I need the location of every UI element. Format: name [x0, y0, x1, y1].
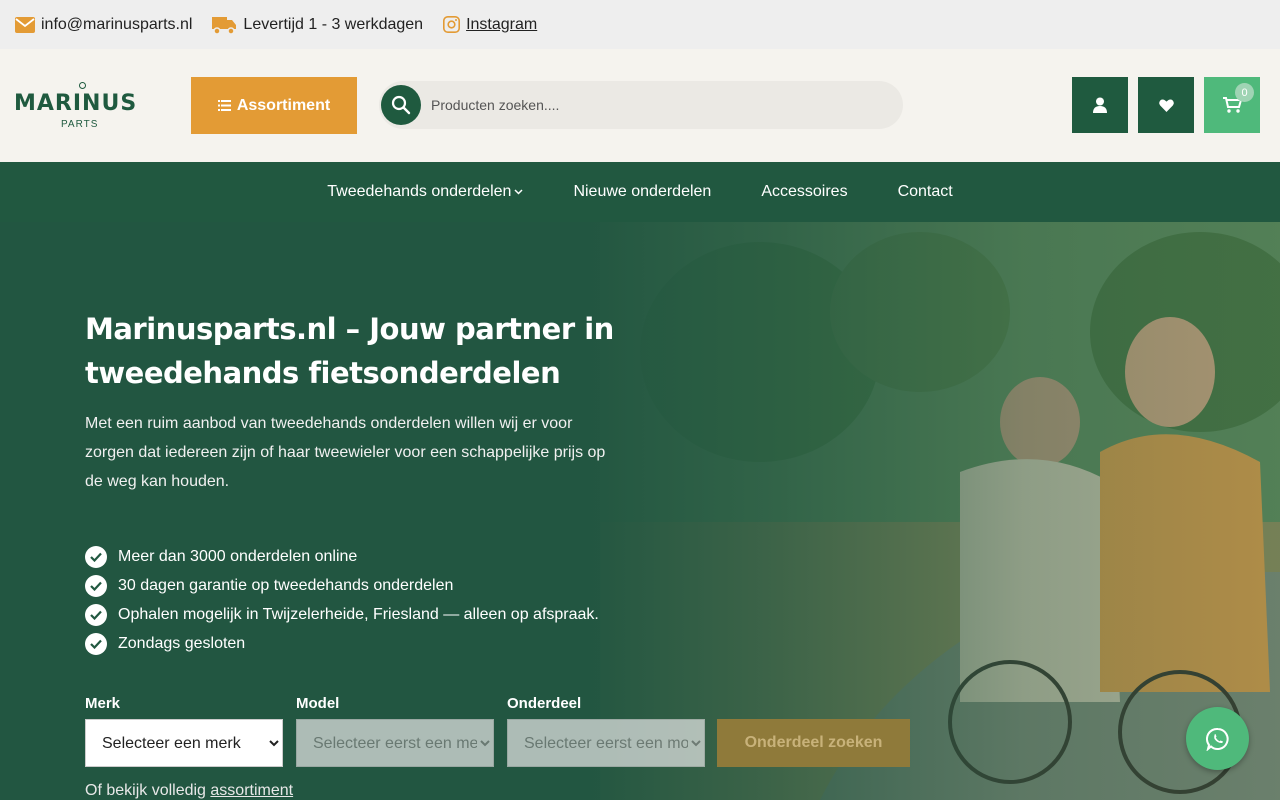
full-assortment-link-row: Of bekijk volledig assortiment — [85, 782, 293, 800]
instagram-text[interactable]: Instagram — [466, 16, 537, 34]
check-icon — [85, 632, 107, 655]
email-text[interactable]: info@marinusparts.nl — [41, 16, 192, 34]
nav-item-contact[interactable]: Contact — [898, 183, 953, 201]
onderdeel-label: Onderdeel — [507, 695, 582, 712]
nav-item-accessoires[interactable]: Accessoires — [761, 183, 847, 201]
main-nav: Tweedehands onderdelen Nieuwe onderdelen… — [0, 162, 1280, 222]
assortiment-label: Assortiment — [236, 96, 331, 114]
usp-text: Ophalen mogelijk in Twijzelerheide, Frie… — [118, 605, 599, 623]
instagram-link[interactable]: Instagram — [443, 16, 537, 34]
nav-item-nieuwe[interactable]: Nieuwe onderdelen — [573, 183, 711, 201]
list-icon — [217, 100, 231, 111]
logo-sub: PARTS — [61, 119, 99, 130]
chevron-down-icon — [514, 189, 523, 195]
usp-item: Ophalen mogelijk in Twijzelerheide, Frie… — [85, 600, 599, 629]
search-input[interactable] — [431, 81, 891, 129]
user-icon — [1093, 97, 1107, 113]
cart-count-badge: 0 — [1235, 83, 1254, 102]
assortiment-link[interactable]: assortiment — [210, 782, 293, 799]
model-select[interactable]: Selecteer eerst een merk — [296, 719, 494, 767]
search-bar — [379, 81, 903, 129]
account-button[interactable] — [1072, 77, 1128, 133]
delivery-info: Levertijd 1 - 3 werkdagen — [212, 15, 423, 35]
heart-icon — [1158, 98, 1174, 112]
usp-text: Zondags gesloten — [118, 634, 246, 652]
logo[interactable]: MARINUS PARTS — [14, 81, 146, 131]
instagram-icon — [443, 16, 461, 33]
usp-item: 30 dagen garantie op tweedehands onderde… — [85, 571, 599, 600]
hero-intro: Met een ruim aanbod van tweedehands onde… — [85, 415, 606, 490]
email-contact[interactable]: info@marinusparts.nl — [15, 16, 192, 34]
merk-label: Merk — [85, 695, 121, 712]
nav-item-label: Accessoires — [761, 183, 848, 200]
site-header: MARINUS PARTS Assortiment — [0, 49, 1280, 162]
nav-item-label: Tweedehands onderdelen — [327, 183, 512, 200]
search-icon[interactable] — [381, 85, 421, 125]
hero-section: Marinusparts.nl – Jouw partner in tweede… — [0, 222, 1280, 800]
delivery-text: Levertijd 1 - 3 werkdagen — [243, 15, 424, 33]
whatsapp-icon — [1205, 727, 1229, 751]
assortiment-button[interactable]: Assortiment — [191, 77, 357, 134]
usp-item: Meer dan 3000 onderdelen online — [85, 542, 599, 571]
logo-brand: MARINUS — [14, 91, 138, 116]
model-label: Model — [296, 695, 340, 712]
truck-icon — [212, 16, 237, 35]
usp-text: 30 dagen garantie op tweedehands onderde… — [118, 576, 454, 594]
check-icon — [85, 574, 107, 597]
check-icon — [85, 603, 107, 626]
whatsapp-button[interactable] — [1186, 707, 1249, 770]
usp-item: Zondags gesloten — [85, 629, 599, 658]
usp-list: Meer dan 3000 onderdelen online 30 dagen… — [85, 542, 599, 658]
onderdeel-zoeken-button[interactable]: Onderdeel zoeken — [717, 719, 910, 767]
nav-item-tweedehands[interactable]: Tweedehands onderdelen — [327, 183, 523, 201]
more-prefix: Of bekijk volledig — [85, 782, 206, 799]
top-bar: info@marinusparts.nl Levertijd 1 - 3 wer… — [0, 0, 1280, 49]
wishlist-button[interactable] — [1138, 77, 1194, 133]
nav-item-label: Nieuwe onderdelen — [573, 183, 712, 200]
envelope-icon — [15, 16, 35, 33]
merk-select[interactable]: Selecteer een merk — [85, 719, 283, 767]
nav-item-label: Contact — [897, 183, 953, 200]
hero-title: Marinusparts.nl – Jouw partner in tweede… — [85, 312, 614, 390]
onderdeel-select[interactable]: Selecteer eerst een model — [507, 719, 705, 767]
logo-dot-icon — [79, 82, 86, 89]
usp-text: Meer dan 3000 onderdelen online — [118, 547, 358, 565]
check-icon — [85, 545, 107, 568]
